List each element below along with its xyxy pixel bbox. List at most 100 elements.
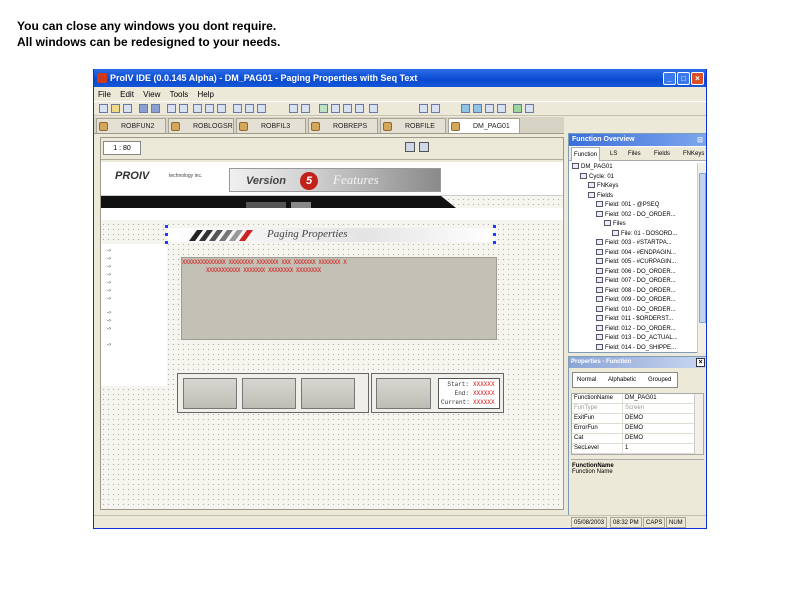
tab-files[interactable]: Files: [628, 147, 641, 161]
tree-item[interactable]: Field: 005 - #CURPAGIN...: [596, 258, 676, 267]
tree-item[interactable]: Field: 001 - @PSEQ: [596, 201, 659, 210]
tab-function[interactable]: Function: [571, 147, 601, 161]
function-tree[interactable]: DM_PAG01 Cycle: 01 FNKeys Fields Field: 001 …: [569, 163, 697, 353]
close-button[interactable]: ×: [691, 72, 704, 85]
field-cell[interactable]: [242, 378, 296, 409]
property-value[interactable]: DEMO: [622, 434, 643, 444]
list-icon[interactable]: [497, 104, 506, 113]
property-row[interactable]: ExitFun DEMO: [572, 414, 694, 424]
tree-item[interactable]: Field: 006 - DO_ORDER...: [596, 267, 676, 277]
cut-icon[interactable]: [193, 104, 202, 113]
paste-icon[interactable]: [217, 104, 226, 113]
tab-robfil3[interactable]: ROBFIL3: [236, 118, 306, 133]
outdent-icon[interactable]: [369, 104, 378, 113]
tree-item[interactable]: Field: 003 - #STARTPA...: [596, 239, 672, 248]
run-icon[interactable]: [151, 104, 160, 113]
tab-alphabetic[interactable]: Alphabetic: [608, 373, 636, 387]
globe-icon[interactable]: [473, 104, 482, 113]
tree-item[interactable]: Field: 008 - DO_ORDER...: [596, 286, 676, 296]
align-left-icon[interactable]: [331, 104, 340, 113]
property-row[interactable]: FunctionName DM_PAG01: [572, 394, 694, 404]
property-row[interactable]: SecLevel 1: [572, 444, 694, 454]
pin-icon[interactable]: ⊡: [697, 135, 703, 147]
redo-icon[interactable]: [179, 104, 188, 113]
tree-item[interactable]: Cycle: 01: [580, 172, 614, 182]
tab-fnkeys[interactable]: FNKeys: [683, 147, 704, 161]
tab-robfile[interactable]: ROBFILE: [380, 118, 446, 133]
tree-item[interactable]: Field: 012 - DO_ORDER...: [596, 324, 676, 334]
layout-icon[interactable]: [431, 104, 440, 113]
copy-icon[interactable]: [205, 104, 214, 113]
find-icon[interactable]: [233, 104, 242, 113]
binoculars-icon[interactable]: [289, 104, 298, 113]
tree-item[interactable]: FNKeys: [588, 182, 618, 191]
tree-item[interactable]: Field: 009 - DO_ORDER...: [596, 296, 676, 305]
field-cell[interactable]: [301, 378, 355, 409]
format-icon[interactable]: [301, 104, 310, 113]
tab-fields[interactable]: Fields: [654, 147, 670, 161]
align-center-icon[interactable]: [343, 104, 352, 113]
menu-edit[interactable]: Edit: [120, 88, 134, 101]
menu-view[interactable]: View: [143, 88, 160, 101]
tree-item[interactable]: DM_PAG01: [572, 163, 613, 172]
menu-tools[interactable]: Tools: [170, 88, 189, 101]
properties-toggle-icon[interactable]: [405, 142, 415, 152]
tree-item[interactable]: Field: 002 - DO_ORDER...: [596, 210, 676, 220]
selection-handle[interactable]: [493, 225, 496, 228]
selection-handle[interactable]: [165, 233, 168, 236]
property-grid[interactable]: FunctionName DM_PAG01 FunType Screen ExitFun…: [571, 393, 704, 455]
tab-dm-pag01[interactable]: DM_PAG01: [448, 118, 520, 133]
scroll-thumb[interactable]: [699, 173, 706, 323]
property-value[interactable]: DEMO: [622, 414, 643, 424]
tree-item[interactable]: Files: [604, 220, 626, 229]
new-icon[interactable]: [99, 104, 108, 113]
selection-handle[interactable]: [493, 241, 496, 244]
maximize-button[interactable]: □: [677, 72, 690, 85]
property-row[interactable]: Cat DEMO: [572, 434, 694, 444]
tree-item[interactable]: File: 01 - DOSORD...: [612, 229, 677, 239]
tab-robreps[interactable]: ROBREPS: [308, 118, 378, 133]
window-icon[interactable]: [419, 104, 428, 113]
tab-grouped[interactable]: Grouped: [648, 373, 671, 387]
tab-normal[interactable]: Normal: [577, 373, 596, 387]
tree-item[interactable]: Field: 013 - DO_ACTUAL...: [596, 334, 678, 343]
options-icon[interactable]: [525, 104, 534, 113]
menu-help[interactable]: Help: [198, 88, 214, 101]
tab-robfun2[interactable]: ROBFUN2: [96, 118, 166, 133]
property-value[interactable]: DM_PAG01: [622, 394, 657, 404]
minimize-button[interactable]: _: [663, 72, 676, 85]
browser-icon[interactable]: [461, 104, 470, 113]
design-canvas[interactable]: PROIV technology inc. Version 5 Features: [101, 162, 563, 509]
selection-handle[interactable]: [493, 233, 496, 236]
field-icon[interactable]: [513, 104, 522, 113]
tab-roblogsr[interactable]: ROBLOGSR: [168, 118, 234, 133]
paging-grid[interactable]: XXXXXXXXXXXXXX XXXXXXXX XXXXXXX XXX XXXX…: [181, 257, 497, 340]
property-value[interactable]: Screen: [622, 404, 644, 414]
heading-band[interactable]: Paging Properties: [167, 228, 495, 242]
selection-handle[interactable]: [165, 225, 168, 228]
undo-icon[interactable]: [167, 104, 176, 113]
tree-item[interactable]: Field: 010 - DO_ORDER...: [596, 305, 676, 315]
open-icon[interactable]: [111, 104, 120, 113]
menu-file[interactable]: File: [98, 88, 111, 101]
indent-icon[interactable]: [355, 104, 364, 113]
preview-icon[interactable]: [419, 142, 429, 152]
property-scrollbar[interactable]: [694, 394, 703, 454]
field-cell[interactable]: [183, 378, 237, 409]
tree-scrollbar[interactable]: [697, 163, 706, 353]
property-row[interactable]: FunType Screen: [572, 404, 694, 414]
property-value[interactable]: DEMO: [622, 424, 643, 434]
tree-item[interactable]: Field: 004 - #ENDPAGIN...: [596, 248, 676, 258]
paging-info-panel[interactable]: Start: XXXXXX End: XXXXXX Current: XXXXX…: [371, 373, 504, 413]
tree-item[interactable]: Fields: [588, 191, 613, 201]
grid-icon[interactable]: [319, 104, 328, 113]
find-next-icon[interactable]: [245, 104, 254, 113]
tree-item[interactable]: Field: 014 - DO_SHIPPE...: [596, 343, 676, 353]
tree-item[interactable]: Field: 007 - DO_ORDER...: [596, 277, 676, 286]
save-icon[interactable]: [123, 104, 132, 113]
property-value[interactable]: 1: [622, 444, 628, 454]
tree-item[interactable]: Field: 011 - $ORDERST...: [596, 315, 673, 324]
bottom-field-panel[interactable]: [177, 373, 369, 413]
close-icon[interactable]: ×: [696, 358, 705, 367]
title-bar[interactable]: ProIV IDE (0.0.145 Alpha) - DM_PAG01 - P…: [94, 69, 706, 87]
